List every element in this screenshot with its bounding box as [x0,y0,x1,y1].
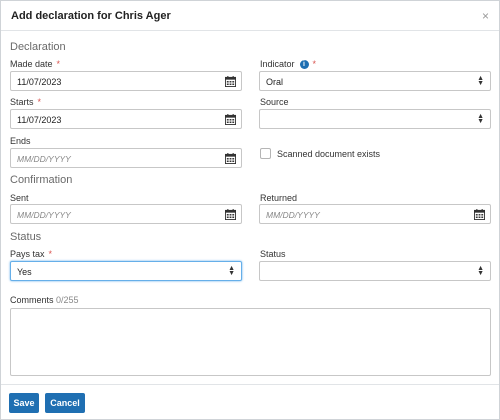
required-marker: * [56,59,61,69]
cancel-button[interactable]: Cancel [45,393,85,413]
required-marker: * [312,59,317,69]
scanned-document-checkbox[interactable] [260,148,271,159]
pays-tax-label: Pays tax * [10,249,53,259]
indicator-label: Indicator i * [260,59,317,69]
pays-tax-select[interactable]: Yes ▲ ▼ [10,261,242,281]
source-select[interactable]: ▲ ▼ [259,109,491,129]
ends-label: Ends [10,136,31,146]
calendar-icon[interactable] [225,209,236,220]
indicator-select[interactable]: Oral ▲ ▼ [259,71,491,91]
pays-tax-value: Yes [17,267,32,277]
made-date-input[interactable]: 11/07/2023 [10,71,242,91]
section-confirmation: Confirmation [10,174,73,186]
calendar-icon[interactable] [225,76,236,87]
returned-input[interactable]: MM/DD/YYYY [259,204,491,224]
select-caret-icon: ▲ ▼ [228,265,235,277]
starts-input[interactable]: 11/07/2023 [10,109,242,129]
section-declaration: Declaration [10,41,66,53]
calendar-icon[interactable] [225,153,236,164]
sent-input[interactable]: MM/DD/YYYY [10,204,242,224]
comments-label: Comments 0/255 [10,295,79,305]
calendar-icon[interactable] [474,209,485,220]
add-declaration-dialog: Add declaration for Chris Ager × Declara… [0,0,500,420]
info-icon[interactable]: i [299,60,309,69]
calendar-icon[interactable] [225,114,236,125]
select-caret-icon: ▲ ▼ [477,113,484,125]
starts-value: 11/07/2023 [17,115,62,125]
sent-placeholder: MM/DD/YYYY [17,210,71,220]
required-marker: * [48,249,53,259]
made-date-label: Made date * [10,59,61,69]
dialog-footer: Save Cancel [1,384,499,420]
starts-label: Starts * [10,97,42,107]
dialog-header: Add declaration for Chris Ager × [1,1,499,31]
select-caret-icon: ▲ ▼ [477,265,484,277]
section-status: Status [10,231,42,243]
returned-placeholder: MM/DD/YYYY [266,210,320,220]
sent-label: Sent [10,193,29,203]
required-marker: * [37,97,42,107]
save-button[interactable]: Save [9,393,39,413]
ends-input[interactable]: MM/DD/YYYY [10,148,242,168]
source-label: Source [260,97,289,107]
scanned-document-label: Scanned document exists [277,149,381,159]
status-select[interactable]: ▲ ▼ [259,261,491,281]
close-icon[interactable]: × [482,9,489,23]
indicator-value: Oral [266,77,284,87]
comments-char-count: 0/255 [56,295,79,305]
comments-textarea[interactable] [10,308,491,376]
select-caret-icon: ▲ ▼ [477,75,484,87]
returned-label: Returned [260,193,298,203]
status-label: Status [260,249,286,259]
ends-placeholder: MM/DD/YYYY [17,154,71,164]
made-date-value: 11/07/2023 [17,77,62,87]
dialog-title: Add declaration for Chris Ager [11,10,171,22]
